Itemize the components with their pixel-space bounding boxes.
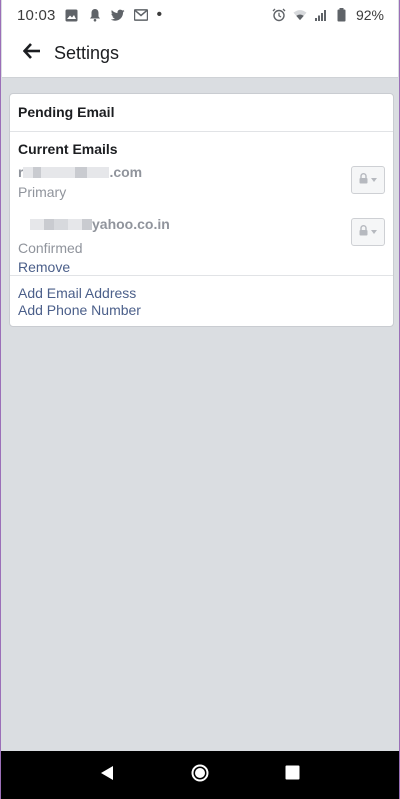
nav-back-button[interactable] [87,755,127,795]
dot-icon: • [156,6,163,23]
status-bar-left: 10:03 • [17,7,162,24]
redacted-block [44,218,54,230]
privacy-selector-button[interactable] [351,218,385,246]
redacted-block [33,166,42,178]
divider [10,131,393,132]
overview-square-icon [285,765,300,785]
back-arrow-icon [22,43,41,64]
redacted-block [23,166,34,178]
email-settings-card: Pending Email Current Emails r .com Prim… [9,93,394,327]
redacted-block [41,166,76,178]
email-suffix: .com [109,164,143,180]
redacted-block [54,218,68,230]
remove-email-link[interactable]: Remove [18,259,385,275]
back-triangle-icon [100,765,114,786]
home-circle-icon [191,764,209,787]
email-status-primary: Primary [18,184,67,200]
battery-icon [335,8,349,22]
add-email-address-link[interactable]: Add Email Address [18,285,136,301]
divider [10,275,393,276]
gmail-icon [133,8,148,22]
app-header: Settings [2,30,398,78]
chevron-down-icon [371,178,377,182]
status-time: 10:03 [17,6,56,24]
email-address: r .com [18,164,385,180]
wifi-icon [293,8,307,22]
redacted-block [75,166,88,178]
email-suffix: yahoo.co.in [92,216,170,232]
notification-bell-icon [88,8,102,22]
signal-icon [314,8,328,22]
privacy-selector-button[interactable] [351,166,385,194]
email-address: yahoo.co.in [18,216,385,232]
back-button[interactable] [10,32,54,76]
chevron-down-icon [371,230,377,234]
email-status-confirmed: Confirmed [18,240,83,256]
redacted-block [87,166,110,178]
twitter-icon [110,8,125,22]
redacted-block [68,218,82,230]
email-row-confirmed: yahoo.co.in Confirmed Remove [18,216,385,275]
alarm-icon [272,8,286,22]
redacted-block [82,218,92,230]
status-bar: 10:03 • 92% [2,0,398,30]
page-title: Settings [54,43,120,63]
image-icon [65,8,79,22]
lock-icon [359,171,368,189]
status-bar-right: 92% [272,7,384,23]
current-emails-heading: Current Emails [18,141,118,157]
lock-icon [359,223,368,241]
screen: 10:03 • 92% Settings Pending Email Curre… [0,0,400,799]
battery-percent: 92% [355,7,384,23]
nav-home-button[interactable] [180,755,220,795]
nav-overview-button[interactable] [273,755,313,795]
pending-email-heading: Pending Email [18,104,115,120]
email-row-primary: r .com Primary [18,164,385,200]
system-nav-bar [1,751,399,799]
add-phone-number-link[interactable]: Add Phone Number [18,302,141,318]
redacted-block [30,218,44,230]
